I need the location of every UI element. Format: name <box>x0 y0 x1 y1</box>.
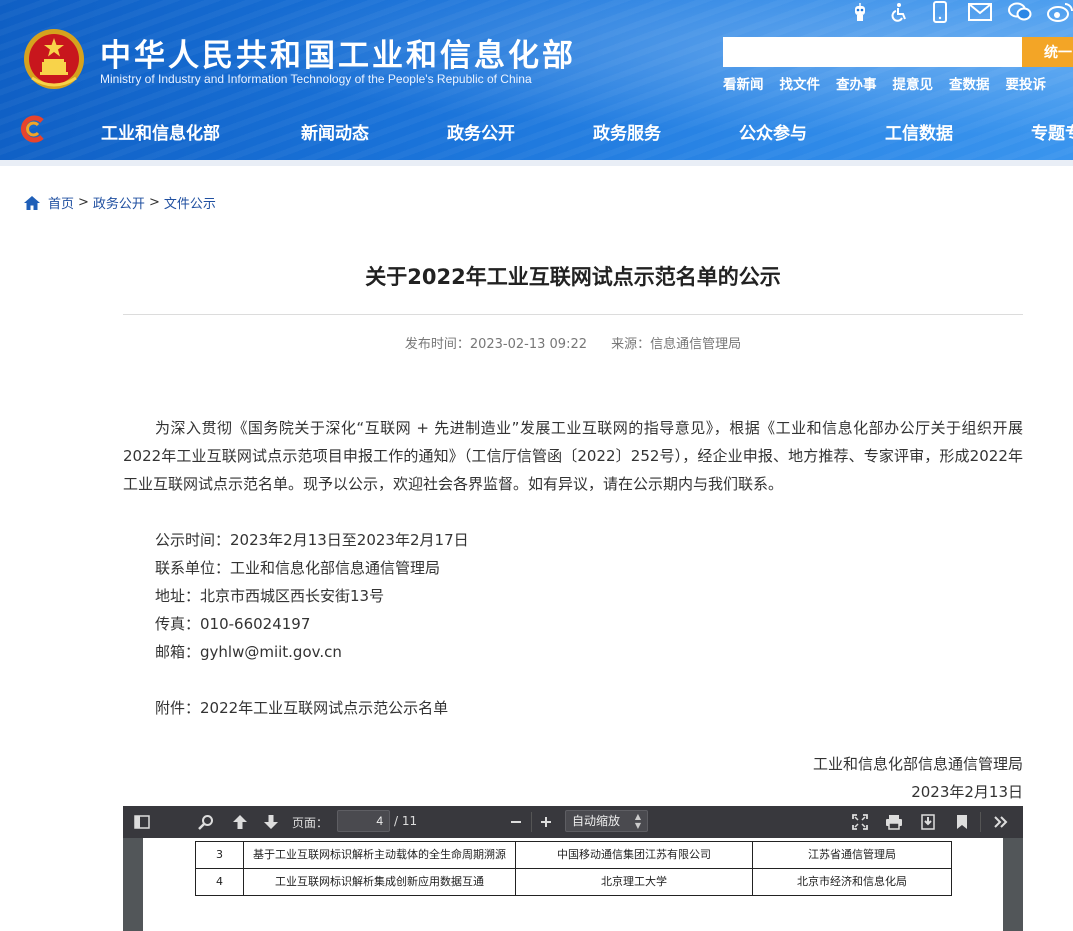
page-label: 页面： <box>292 816 329 830</box>
pdf-toolbar: 页面： / 11 自动缩放 ▲▼ <box>123 806 1023 838</box>
bookmark-icon[interactable] <box>952 812 972 832</box>
notice-period: 公示时间：2023年2月13日至2023年2月17日 <box>155 531 469 549</box>
attachment-link[interactable]: 附件：2022年工业互联网试点示范公示名单 <box>155 697 448 718</box>
article-source: 来源：信息通信管理局 <box>611 337 742 352</box>
table-cell-recommender: 江苏省通信管理局 <box>752 841 952 869</box>
sidebar-toggle-icon[interactable] <box>132 812 152 832</box>
national-emblem-icon[interactable] <box>22 26 86 92</box>
weibo-icon[interactable] <box>1047 1 1073 23</box>
page-total: / 11 <box>394 814 418 828</box>
miit-logo-icon[interactable] <box>20 115 48 143</box>
article-paragraph: 为深入贯彻《国务院关于深化“互联网 + 先进制造业”发展工业互联网的指导意见》，… <box>123 419 1023 493</box>
table-row: 3 基于工业互联网标识解析主动载体的全生命周期溯源 中国移动通信集团江苏有限公司… <box>195 841 952 869</box>
zoom-out-icon[interactable] <box>506 812 526 832</box>
quick-link-services[interactable]: 查办事 <box>836 73 877 93</box>
zoom-select[interactable]: 自动缩放 ▲ ▼ <box>565 810 648 832</box>
breadcrumb-government-affairs[interactable]: 政务公开 <box>93 193 145 212</box>
table-cell-company: 北京理工大学 <box>515 868 753 896</box>
contact-unit: 联系单位：工业和信息化部信息通信管理局 <box>155 559 441 577</box>
nav-item-data[interactable]: 工信数据 <box>885 119 953 144</box>
signature-organization: 工业和信息化部信息通信管理局 <box>812 755 1023 773</box>
nav-item-government-affairs[interactable]: 政务公开 <box>447 119 515 144</box>
article-meta: 发布时间：2023-02-13 09:22 来源：信息通信管理局 <box>123 333 1023 352</box>
signature-date: 2023年2月13日 <box>911 783 1023 801</box>
site-title[interactable]: 中华人民共和国工业和信息化部 <box>100 30 576 75</box>
table-cell-number: 3 <box>195 841 244 869</box>
site-header: 中华人民共和国工业和信息化部 Ministry of Industry and … <box>0 0 1073 160</box>
home-icon <box>24 195 40 210</box>
find-icon[interactable] <box>196 812 216 832</box>
mail-icon[interactable] <box>967 1 993 23</box>
top-icon-bar <box>847 0 1073 24</box>
breadcrumb: 首页 > 政务公开 > 文件公示 <box>24 193 216 212</box>
nav-item-government-services[interactable]: 政务服务 <box>593 119 661 144</box>
tools-menu-icon[interactable] <box>991 812 1011 832</box>
zoom-in-icon[interactable] <box>536 812 556 832</box>
main-nav: 工业和信息化部 新闻动态 政务公开 政务服务 公众参与 工信数据 专题专 <box>0 112 1073 146</box>
nav-item-topics[interactable]: 专题专 <box>1031 119 1073 144</box>
zoom-select-value: 自动缩放 <box>572 814 621 828</box>
table-cell-project: 工业互联网标识解析集成创新应用数据互通 <box>243 868 516 896</box>
contact-email: 邮箱：gyhlw@miit.gov.cn <box>155 643 342 661</box>
page-number-input[interactable] <box>337 810 390 832</box>
title-divider <box>123 314 1023 315</box>
table-cell-company: 中国移动通信集团江苏有限公司 <box>515 841 753 869</box>
table-cell-project: 基于工业互联网标识解析主动载体的全生命周期溯源 <box>243 841 516 869</box>
nav-item-ministry[interactable]: 工业和信息化部 <box>101 119 220 144</box>
chevron-updown-icon: ▲ ▼ <box>634 812 641 830</box>
search-input[interactable] <box>723 37 1025 67</box>
quick-link-files[interactable]: 找文件 <box>780 73 821 93</box>
print-icon[interactable] <box>884 812 904 832</box>
previous-page-icon[interactable] <box>230 812 250 832</box>
toolbar-separator <box>531 812 532 832</box>
nav-item-public-participation[interactable]: 公众参与 <box>739 119 807 144</box>
header-divider <box>0 160 1073 166</box>
site-title-english: Ministry of Industry and Information Tec… <box>100 72 532 86</box>
breadcrumb-home[interactable]: 首页 <box>48 193 74 212</box>
pdf-viewer: 页面： / 11 自动缩放 ▲▼ <box>123 806 1023 931</box>
table-cell-number: 4 <box>195 868 244 896</box>
robot-icon[interactable] <box>847 1 873 23</box>
table-row: 4 工业互联网标识解析集成创新应用数据互通 北京理工大学 北京市经济和信息化局 <box>195 868 952 896</box>
download-icon[interactable] <box>918 812 938 832</box>
breadcrumb-separator: > <box>148 195 160 210</box>
quick-link-news[interactable]: 看新闻 <box>723 73 764 93</box>
nav-item-news[interactable]: 新闻动态 <box>301 119 369 144</box>
pdf-table: 3 基于工业互联网标识解析主动载体的全生命周期溯源 中国移动通信集团江苏有限公司… <box>195 841 952 896</box>
contact-fax: 传真：010-66024197 <box>155 615 311 633</box>
search-button[interactable]: 统一 <box>1022 37 1073 67</box>
quick-link-data[interactable]: 查数据 <box>949 73 990 93</box>
publish-time: 发布时间：2023-02-13 09:22 <box>404 337 587 352</box>
presentation-mode-icon[interactable] <box>850 812 870 832</box>
wechat-icon[interactable] <box>1007 1 1033 23</box>
table-cell-recommender: 北京市经济和信息化局 <box>752 868 952 896</box>
pdf-page: 3 基于工业互联网标识解析主动载体的全生命周期溯源 中国移动通信集团江苏有限公司… <box>143 838 1003 931</box>
contact-address: 地址：北京市西城区西长安街13号 <box>155 587 385 605</box>
mobile-icon[interactable] <box>927 1 953 23</box>
toolbar-separator <box>980 812 981 832</box>
article-title: 关于2022年工业互联网试点示范名单的公示 <box>365 265 781 289</box>
breadcrumb-file-notices[interactable]: 文件公示 <box>164 193 216 212</box>
quick-link-feedback[interactable]: 提意见 <box>893 73 934 93</box>
next-page-icon[interactable] <box>261 812 281 832</box>
quick-link-complaint[interactable]: 要投诉 <box>1006 73 1047 93</box>
accessibility-icon[interactable] <box>887 1 913 23</box>
breadcrumb-separator: > <box>78 195 89 210</box>
quick-links: 看新闻 找文件 查办事 提意见 查数据 要投诉 <box>723 73 1046 93</box>
